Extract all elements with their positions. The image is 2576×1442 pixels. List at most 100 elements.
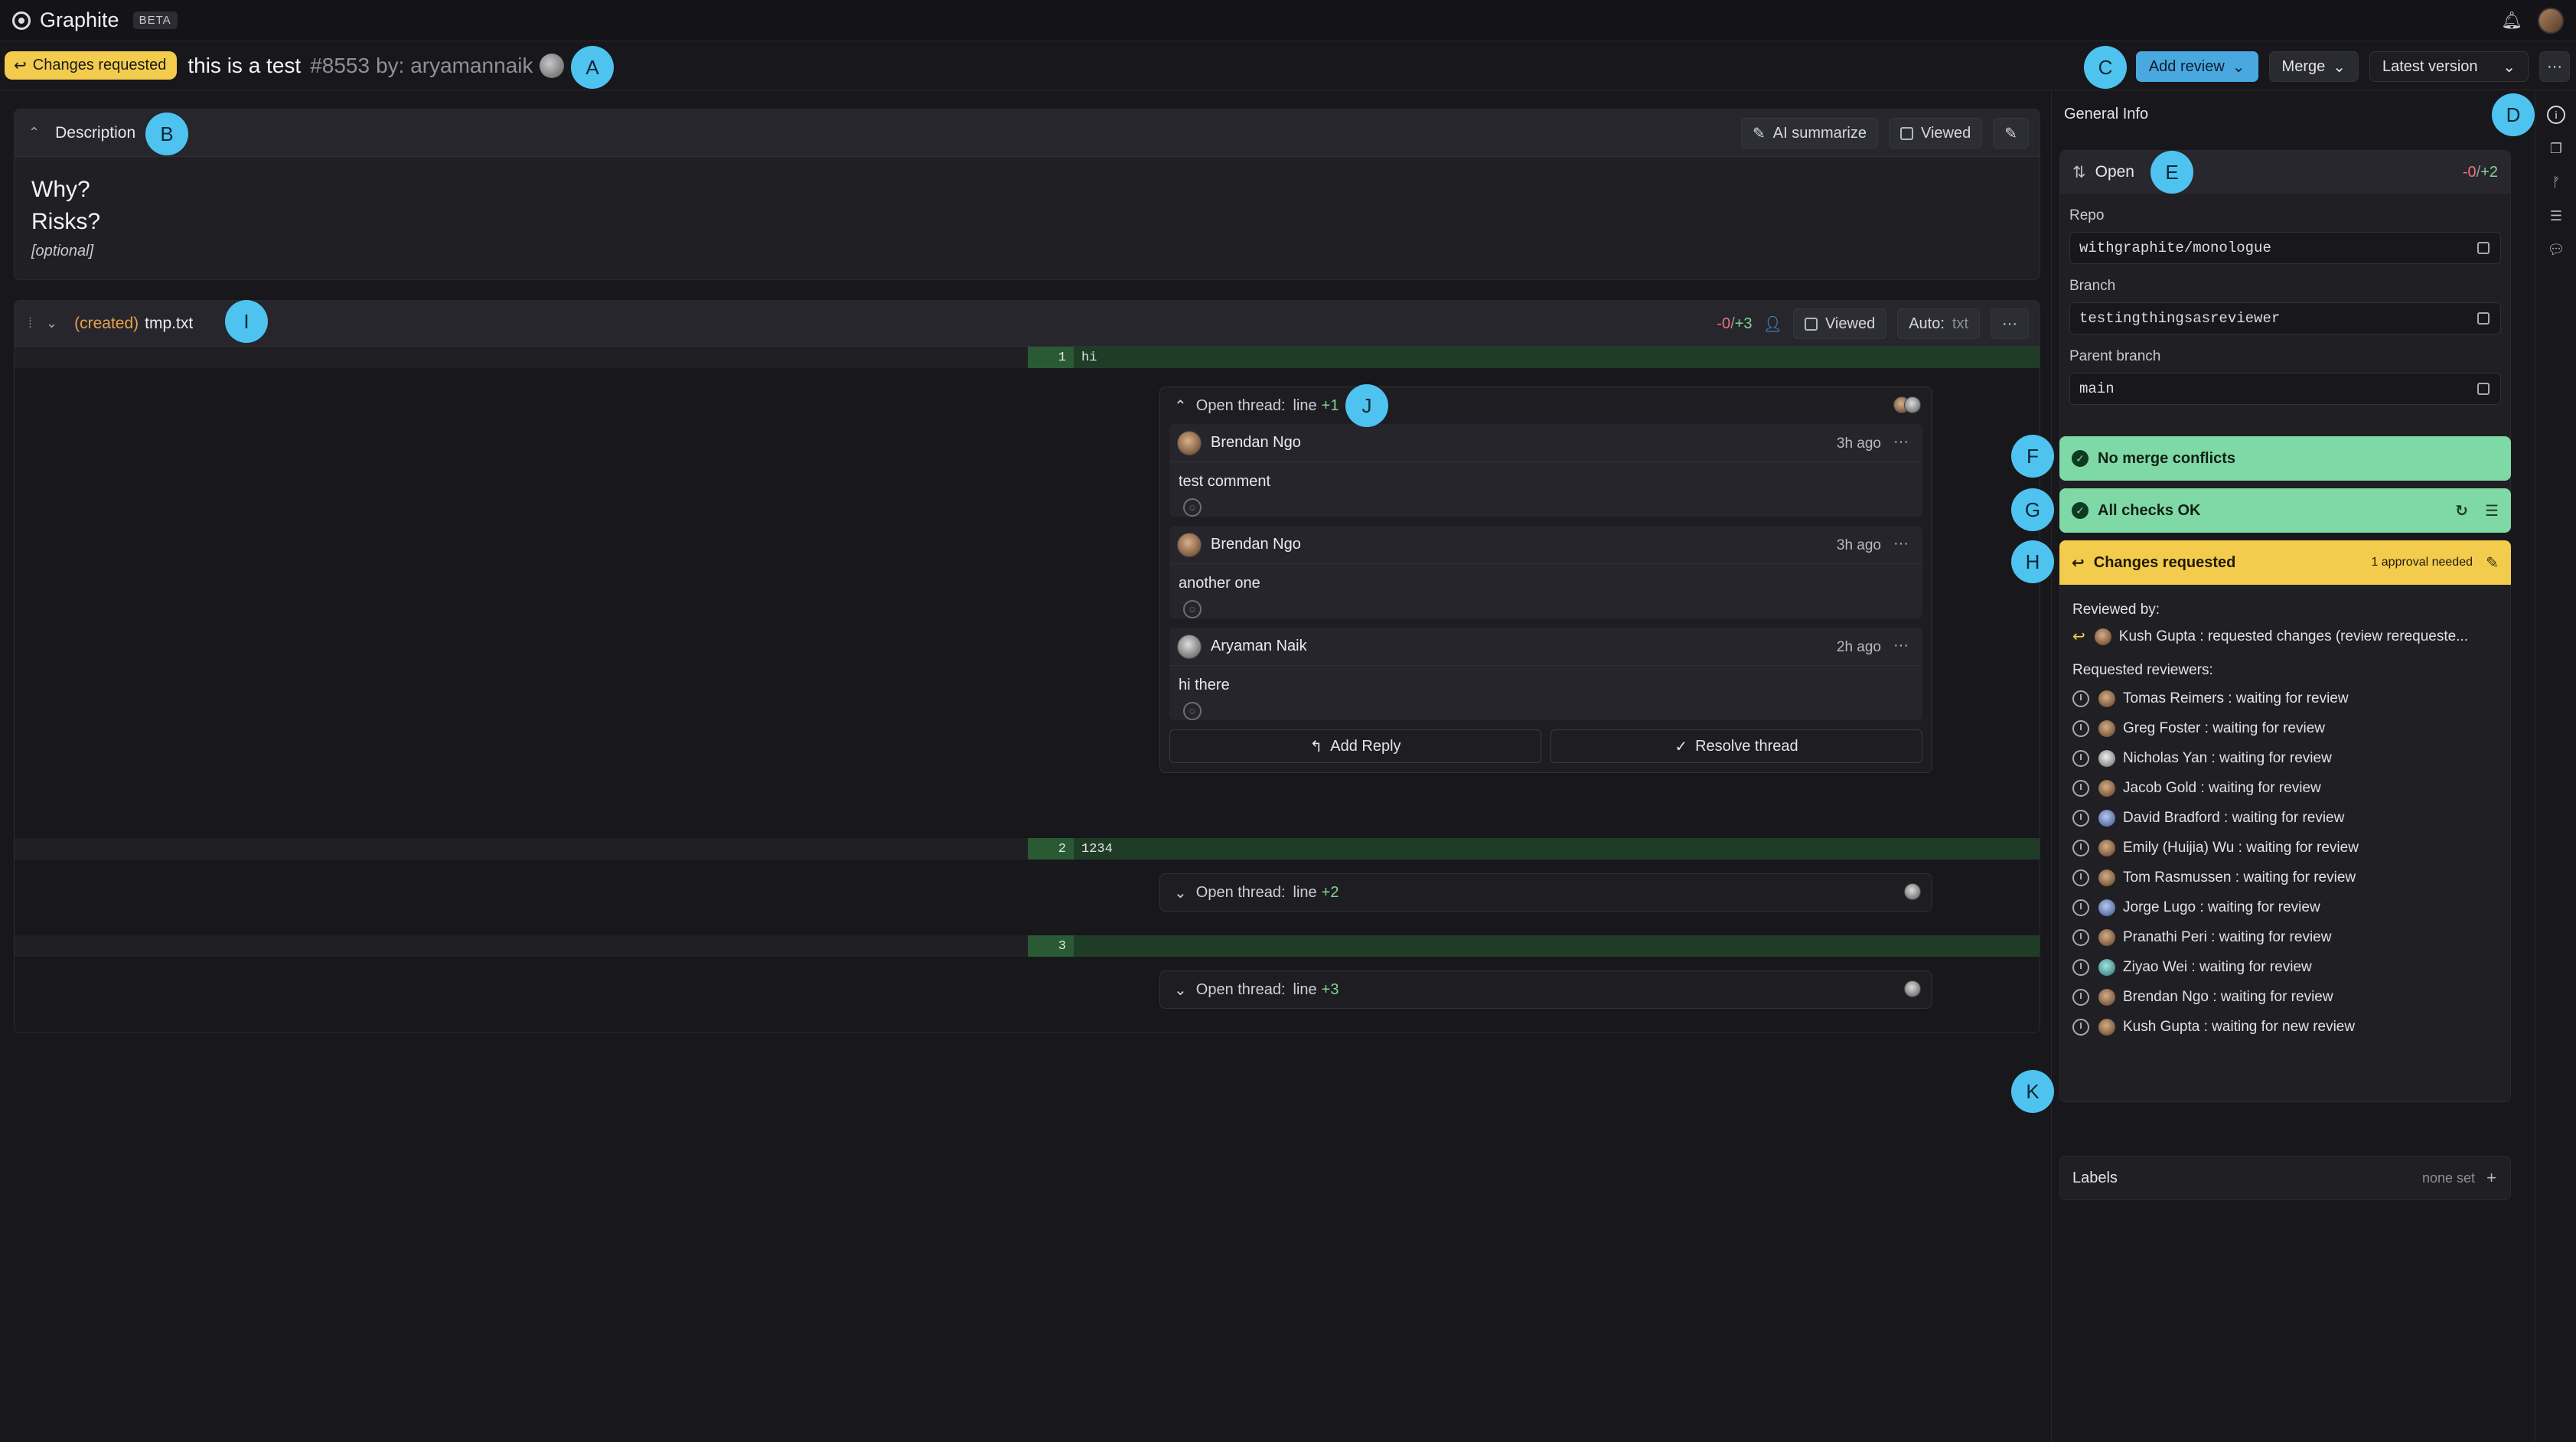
add-review-button[interactable]: Add review ⌄ xyxy=(2135,51,2258,82)
labels-row[interactable]: Labels none set + xyxy=(2059,1156,2511,1200)
add-reply-button[interactable]: ↰ Add Reply xyxy=(1169,729,1541,763)
chevron-down-icon: ⌄ xyxy=(2503,58,2516,76)
notifications-icon[interactable]: 🔔︎ xyxy=(2501,11,2522,31)
diff-line[interactable]: 2 1234 xyxy=(15,838,2040,860)
reviewer-row[interactable]: Ziyao Wei : waiting for review xyxy=(2060,952,2510,982)
line-number[interactable]: 3 xyxy=(1028,935,1074,957)
chevron-down-icon[interactable]: ⌄ xyxy=(1174,980,1187,1000)
add-label-icon[interactable]: + xyxy=(2486,1168,2496,1188)
thread-line-word: line xyxy=(1293,396,1317,414)
info-icon[interactable]: i xyxy=(2547,106,2565,124)
thread-header[interactable]: ⌄ Open thread: line +3 xyxy=(1160,971,1932,1008)
diff-line[interactable]: 3 xyxy=(15,935,2040,957)
reviewer-row[interactable]: Nicholas Yan : waiting for review xyxy=(2060,743,2510,773)
comment-author[interactable]: Brendan Ngo xyxy=(1211,434,1301,452)
copy-icon[interactable] xyxy=(2477,242,2490,254)
thread-label: Open thread: xyxy=(1195,396,1286,414)
refresh-icon[interactable]: ↻ xyxy=(2455,501,2468,520)
check-icon: ✓ xyxy=(1674,738,1688,755)
reviewer-row[interactable]: Tom Rasmussen : waiting for review xyxy=(2060,863,2510,892)
merge-button[interactable]: Merge ⌄ xyxy=(2268,51,2359,82)
emoji-reaction-icon[interactable]: ☺ xyxy=(1183,600,1202,618)
emoji-reaction-icon[interactable]: ☺ xyxy=(1183,702,1202,720)
app-name[interactable]: Graphite xyxy=(40,8,119,32)
file-more-button[interactable]: ··· xyxy=(1991,308,2029,339)
checks-status[interactable]: ✓ All checks OK ↻ ☰ xyxy=(2059,488,2511,533)
review-status[interactable]: ↩ Changes requested 1 approval needed ✎ xyxy=(2059,540,2511,585)
thread-header[interactable]: ⌃ Open thread: line +1 xyxy=(1160,387,1932,424)
thread-line-word: line xyxy=(1293,883,1317,901)
avatar xyxy=(2098,719,2115,737)
branch-icon[interactable]: ᚠ xyxy=(2547,173,2565,191)
code-line xyxy=(1074,935,2040,957)
graphite-logo-icon[interactable] xyxy=(12,11,31,30)
thread-header[interactable]: ⌄ Open thread: line +2 xyxy=(1160,874,1932,911)
emoji-reaction-icon[interactable]: ☺ xyxy=(1183,498,1202,517)
comment-author[interactable]: Brendan Ngo xyxy=(1211,536,1301,553)
chevron-up-icon[interactable]: ⌃ xyxy=(28,125,40,141)
diff-line-left xyxy=(15,935,1028,957)
comments-icon[interactable]: 💬︎ xyxy=(2547,240,2565,259)
reviewer-row[interactable]: Pranathi Peri : waiting for review xyxy=(2060,922,2510,952)
thread-line-word: line xyxy=(1293,980,1317,998)
pencil-icon[interactable]: ✎ xyxy=(2486,553,2499,573)
list-icon[interactable]: ☰ xyxy=(2547,207,2565,225)
reviewer-row[interactable]: Greg Foster : waiting for review xyxy=(2060,713,2510,743)
requested-reviewers-label: Requested reviewers: xyxy=(2072,662,2213,678)
line-number[interactable]: 1 xyxy=(1028,347,1074,368)
line-number[interactable]: 2 xyxy=(1028,838,1074,860)
avatar xyxy=(2098,869,2115,886)
reviewer-row[interactable]: Jorge Lugo : waiting for review xyxy=(2060,892,2510,922)
copy-icon[interactable] xyxy=(2477,383,2490,395)
pr-author[interactable]: by: aryamannaik xyxy=(376,54,533,78)
annotation-marker: D xyxy=(2492,93,2535,136)
file-viewed-toggle[interactable]: Viewed xyxy=(1792,308,1887,339)
reviewer-row[interactable]: ↩ Kush Gupta : requested changes (review… xyxy=(2060,621,2510,651)
undo-arrow-icon: ↩ xyxy=(14,57,27,74)
resolve-thread-button[interactable]: ✓ Resolve thread xyxy=(1550,729,1922,763)
more-options-button[interactable]: ··· xyxy=(2539,51,2570,82)
chevron-down-icon[interactable]: ⌄ xyxy=(46,315,57,331)
comment-more-icon[interactable]: ··· xyxy=(1893,433,1909,451)
parent-branch-value: main xyxy=(2079,380,2115,397)
user-avatar[interactable] xyxy=(2538,8,2564,34)
avatar xyxy=(1904,396,1921,413)
reviewer-status: Brendan Ngo : waiting for review xyxy=(2123,988,2333,1005)
description-viewed-toggle[interactable]: Viewed xyxy=(1889,118,1983,148)
add-review-label: Add review xyxy=(2148,57,2225,75)
comment-more-icon[interactable]: ··· xyxy=(1893,535,1909,553)
files-icon[interactable]: ❐ xyxy=(2547,139,2565,158)
merge-conflicts-status[interactable]: ✓ No merge conflicts xyxy=(2059,436,2511,481)
approval-needed: 1 approval needed xyxy=(2371,556,2473,569)
file-name[interactable]: tmp.txt xyxy=(145,315,193,333)
comment-author[interactable]: Aryaman Naik xyxy=(1211,638,1307,655)
clock-icon xyxy=(2072,958,2089,976)
version-select[interactable]: Latest version ⌄ xyxy=(2369,51,2529,82)
reviewer-status: Greg Foster : waiting for review xyxy=(2123,719,2325,736)
reviewer-row[interactable]: Emily (Huijia) Wu : waiting for review xyxy=(2060,833,2510,863)
ai-summarize-button[interactable]: ✎ AI summarize xyxy=(1740,118,1878,148)
checkbox-icon xyxy=(1804,317,1818,331)
diff-line[interactable]: 1 hi xyxy=(15,347,2040,368)
drag-handle-icon[interactable]: ⁞ xyxy=(28,315,32,331)
clock-icon xyxy=(2072,749,2089,767)
description-line: Risks? xyxy=(31,209,101,234)
wand-icon: ✎ xyxy=(1752,125,1766,142)
viewed-label: Viewed xyxy=(1824,315,1876,332)
file-diff-stat: -0/+3 xyxy=(1717,315,1753,332)
reviewer-row[interactable]: David Bradford : waiting for review xyxy=(2060,803,2510,833)
file-deletions: -0 xyxy=(1717,315,1731,332)
chevron-up-icon[interactable]: ⌃ xyxy=(1174,396,1187,416)
pr-status-badge: ↩ Changes requested xyxy=(5,51,178,80)
auto-language-button[interactable]: Auto: txt xyxy=(1897,308,1981,339)
reviewer-row[interactable]: Kush Gupta : waiting for new review xyxy=(2060,1012,2510,1042)
comment-more-icon[interactable]: ··· xyxy=(1893,637,1909,654)
reviewer-row[interactable]: Tomas Reimers : waiting for review xyxy=(2060,683,2510,713)
right-icon-rail: i ❐ ᚠ ☰ 💬︎ xyxy=(2535,90,2576,1442)
edit-description-button[interactable]: ✎ xyxy=(1993,118,2029,148)
reviewer-row[interactable]: Jacob Gold : waiting for review xyxy=(2060,773,2510,803)
reviewer-row[interactable]: Brendan Ngo : waiting for review xyxy=(2060,982,2510,1012)
list-icon[interactable]: ☰ xyxy=(2485,501,2499,520)
chevron-down-icon[interactable]: ⌄ xyxy=(1174,883,1187,902)
copy-icon[interactable] xyxy=(2477,312,2490,325)
